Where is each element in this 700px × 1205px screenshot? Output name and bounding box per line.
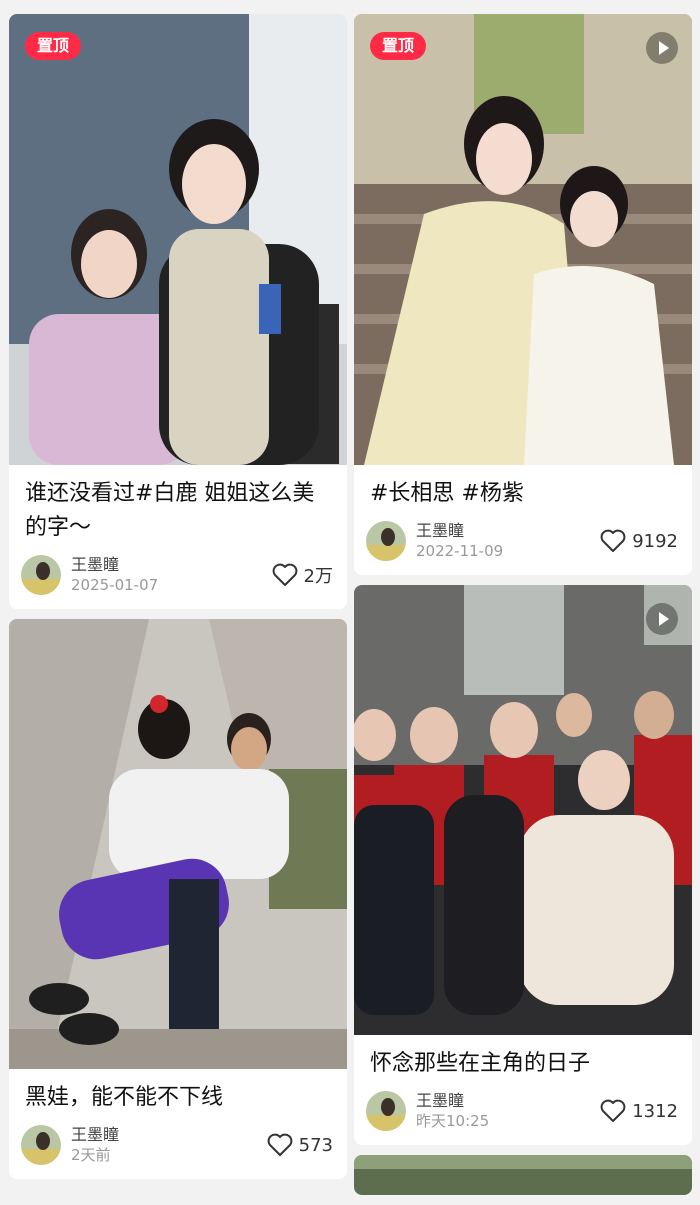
pinned-badge: 置顶 xyxy=(25,32,82,60)
post-thumbnail[interactable]: 置顶 xyxy=(9,14,347,465)
post-title[interactable]: 怀念那些在主角的日子 xyxy=(354,1035,692,1081)
author-info: 王墨瞳 2022-11-09 xyxy=(416,521,600,561)
post-date: 2022-11-09 xyxy=(416,542,504,560)
author-info: 王墨瞳 2天前 xyxy=(71,1125,267,1165)
author-name[interactable]: 王墨瞳 xyxy=(71,555,272,575)
feed-column-left: 置顶 谁还没看过#白鹿 姐姐这么美的字～ 王墨瞳 2025-01-07 2万 黑… xyxy=(9,14,347,1189)
post-meta: 王墨瞳 昨天10:25 1312 xyxy=(354,1081,692,1145)
like-count: 1312 xyxy=(632,1100,678,1122)
author-name[interactable]: 王墨瞳 xyxy=(71,1125,267,1145)
like-button[interactable]: 573 xyxy=(267,1133,333,1157)
author-info: 王墨瞳 昨天10:25 xyxy=(416,1091,600,1131)
author-name[interactable]: 王墨瞳 xyxy=(416,521,600,541)
post-thumbnail[interactable] xyxy=(9,619,347,1069)
heart-outline-icon xyxy=(600,529,626,552)
play-icon xyxy=(646,603,678,635)
author-name[interactable]: 王墨瞳 xyxy=(416,1091,600,1111)
like-button[interactable]: 9192 xyxy=(600,529,678,553)
like-button[interactable]: 1312 xyxy=(600,1099,678,1123)
author-avatar[interactable] xyxy=(366,1091,406,1131)
like-button[interactable]: 2万 xyxy=(272,562,333,588)
like-count: 9192 xyxy=(632,530,678,552)
post-card-partial[interactable] xyxy=(354,1155,692,1195)
like-count: 2万 xyxy=(303,566,333,587)
heart-outline-icon xyxy=(267,1133,293,1156)
like-count: 573 xyxy=(298,1134,333,1156)
post-meta: 王墨瞳 2025-01-07 2万 xyxy=(9,545,347,609)
post-thumbnail[interactable] xyxy=(354,585,692,1035)
heart-outline-icon xyxy=(600,1099,626,1122)
post-date: 2025-01-07 xyxy=(71,576,159,594)
post-title[interactable]: 黑娃，能不能不下线 xyxy=(9,1069,347,1115)
author-avatar[interactable] xyxy=(366,521,406,561)
post-date: 昨天10:25 xyxy=(416,1112,490,1130)
heart-outline-icon xyxy=(272,563,297,586)
post-card[interactable]: 黑娃，能不能不下线 王墨瞳 2天前 573 xyxy=(9,619,347,1179)
pinned-badge: 置顶 xyxy=(370,32,427,60)
play-icon xyxy=(646,32,678,64)
post-meta: 王墨瞳 2天前 573 xyxy=(9,1115,347,1179)
author-info: 王墨瞳 2025-01-07 xyxy=(71,555,272,595)
post-thumbnail[interactable]: 置顶 xyxy=(354,14,692,465)
post-title[interactable]: 谁还没看过#白鹿 姐姐这么美的字～ xyxy=(9,465,347,545)
post-card[interactable]: 置顶 谁还没看过#白鹿 姐姐这么美的字～ 王墨瞳 2025-01-07 2万 xyxy=(9,14,347,609)
author-avatar[interactable] xyxy=(21,555,61,595)
post-card[interactable]: 置顶 #长相思 #杨紫 王墨瞳 2022-11-09 9192 xyxy=(354,14,692,575)
post-meta: 王墨瞳 2022-11-09 9192 xyxy=(354,511,692,575)
feed-column-right: 置顶 #长相思 #杨紫 王墨瞳 2022-11-09 9192 怀念那些在主角的… xyxy=(354,14,692,1205)
post-card[interactable]: 怀念那些在主角的日子 王墨瞳 昨天10:25 1312 xyxy=(354,585,692,1145)
author-avatar[interactable] xyxy=(21,1125,61,1165)
post-date: 2天前 xyxy=(71,1146,111,1164)
post-thumbnail[interactable] xyxy=(354,1155,692,1195)
post-title[interactable]: #长相思 #杨紫 xyxy=(354,465,692,511)
